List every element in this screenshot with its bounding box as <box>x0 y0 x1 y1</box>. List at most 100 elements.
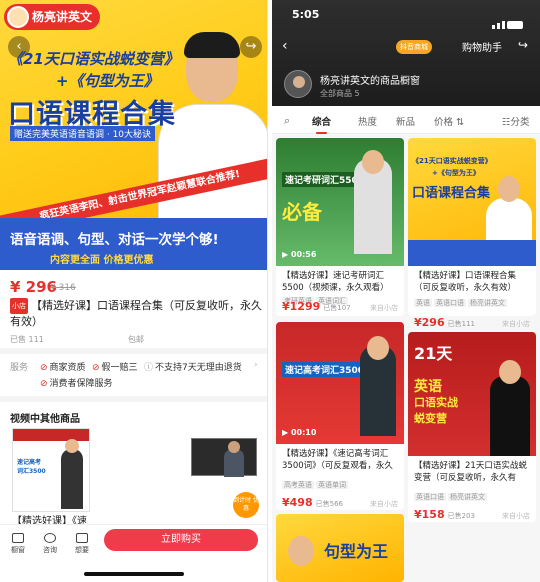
tab-popularity[interactable]: 热度 <box>358 114 377 128</box>
image-caption: 句型为王 <box>324 542 389 561</box>
shop-tag: 小店 <box>10 298 28 314</box>
tag: 杨亮讲英文 <box>448 493 487 501</box>
service-text: 商家资质 <box>49 363 86 373</box>
image-caption: 英语 <box>414 379 442 395</box>
chevron-right-icon[interactable]: › <box>254 360 258 370</box>
shop-window-button[interactable]: 橱窗 <box>4 533 32 555</box>
service-text: 假一赔三 <box>101 363 138 373</box>
image-caption: 《21天口语实战蜕变营》 <box>412 157 492 165</box>
video-section-title: 视频中其他商品 <box>10 414 80 425</box>
brand-logo: 杨亮讲英文 <box>4 4 100 30</box>
share-icon[interactable]: ↪ <box>518 38 528 52</box>
want-label: 想要 <box>75 546 89 554</box>
service-item[interactable]: ⊘ 消费者保障服务 <box>40 376 113 389</box>
card-title: 【精选好课】21天口语实战蜕变营（可反复收听，永久有 <box>414 461 527 483</box>
product-card[interactable]: 21天 英语 口语实战 蜕变营 【精选好课】21天口语实战蜕变营（可反复收听，永… <box>408 332 536 522</box>
duration-text: 00:10 <box>290 428 317 437</box>
shop-window-label: 橱窗 <box>11 546 25 554</box>
sold-count: 已售 111 <box>10 335 44 344</box>
category-icon: ☷ <box>502 117 511 128</box>
card-title: 【精选好课】《速记高考词汇3500词》（可反复观看，永久 <box>282 449 393 471</box>
product-detail-screen: 杨亮讲英文 ‹ ⛉ ↪ 《21天口语实战蜕变营》 +《句型为王》 口语课程合集 … <box>0 0 268 582</box>
price-text: ¥158 <box>414 508 445 521</box>
product-image: 《21天口语实战蜕变营》 +《句型为王》 口语课程合集 <box>408 138 536 266</box>
product-card[interactable]: 句型为王 <box>276 514 404 582</box>
product-card[interactable]: 速记高考词汇3500 ▶ 00:10 【精选好课】《速记高考词汇3500词》（可… <box>276 322 404 510</box>
search-icon[interactable]: ⌕ <box>284 114 290 128</box>
logo-face-icon <box>7 6 29 28</box>
product-image: 速记考研词汇5500 必备 ▶ 00:56 <box>276 138 404 266</box>
status-time: 5:05 <box>292 8 320 21</box>
product-title-text: 【精选好课】口语课程合集（可反复收听，永久有效） <box>10 299 262 328</box>
mall-badge: 抖音商城 <box>396 40 432 54</box>
video-duration: ▶ 00:10 <box>282 428 317 437</box>
product-card[interactable]: 速记考研词汇5500 必备 ▶ 00:56 【精选好课】速记考研词汇5500（视… <box>276 138 404 316</box>
card-price: ¥498 已售566 <box>282 496 343 509</box>
card-title: 【精选好课】口语课程合集（可反复收听，永久有效） <box>414 271 517 293</box>
tab-category-label: 分类 <box>510 117 530 128</box>
service-text: 不支持7天无理由退货 <box>155 363 242 373</box>
countdown-badge[interactable]: 倒计时 优惠 <box>233 492 259 518</box>
hero-bottom-line-1: 语音语调、句型、对话一次学个够! <box>10 232 219 248</box>
chat-label: 咨询 <box>43 546 57 554</box>
service-item[interactable]: ⊘ 假一赔三 <box>92 360 138 373</box>
shop-header: 5:05 ‹ 抖音商城 购物助手 ↪ 杨亮讲英文的商品橱窗 全部商品 5 <box>272 0 540 106</box>
service-text: 消费者保障服务 <box>49 379 113 389</box>
shop-window-screen: 5:05 ‹ 抖音商城 购物助手 ↪ 杨亮讲英文的商品橱窗 全部商品 5 ⌕ 综… <box>272 0 540 582</box>
floating-video-player[interactable] <box>191 438 257 477</box>
sort-tabs: ⌕ 综合 热度 新品 价格 ⇅ ☷分类 <box>272 106 540 134</box>
sold-text: 已售566 <box>315 500 343 508</box>
tag: 英语口语 <box>434 299 466 307</box>
chat-icon <box>44 533 56 543</box>
check-circle-icon: ⊘ <box>40 379 48 389</box>
price-text: ¥498 <box>282 496 313 509</box>
back-icon[interactable]: ‹ <box>282 38 288 54</box>
product-hero-image: 杨亮讲英文 ‹ ⛉ ↪ 《21天口语实战蜕变营》 +《句型为王》 口语课程合集 … <box>0 0 267 270</box>
tab-overall[interactable]: 综合 <box>312 114 331 134</box>
info-circle-icon: ⓘ <box>144 363 154 373</box>
shipping-info: 包邮 <box>128 335 144 344</box>
shop-name: 杨亮讲英文的商品橱窗 <box>320 76 420 87</box>
service-item[interactable]: ⊘ 商家资质 <box>40 360 86 373</box>
divider <box>0 348 267 354</box>
bottom-action-bar: 橱窗 咨询 想要 立即购买 <box>0 524 267 582</box>
tag: 英语 <box>414 299 432 307</box>
image-caption: 速记高考词汇3500 <box>282 362 368 377</box>
hero-line-1: 《21天口语实战蜕变营》 <box>8 50 179 68</box>
video-card-image: 速记高考 词汇3500 <box>17 459 46 475</box>
want-button[interactable]: 想要 <box>68 533 96 555</box>
avatar[interactable] <box>284 70 312 98</box>
product-card[interactable]: 《21天口语实战蜕变营》 +《句型为王》 口语课程合集 【精选好课】口语课程合集… <box>408 138 536 316</box>
storefront-icon <box>12 533 24 543</box>
sold-text: 已售203 <box>447 512 475 520</box>
hero-subline: 赠送完美英语语音语调 · 10大秘诀 <box>10 126 156 141</box>
sold-text: 已售107 <box>323 304 351 312</box>
video-product-card[interactable]: 速记高考 词汇3500 <box>12 428 90 512</box>
duration-text: 00:56 <box>290 250 317 259</box>
tab-new[interactable]: 新品 <box>396 114 415 128</box>
tab-price[interactable]: 价格 ⇅ <box>434 114 464 128</box>
card-source: 来自小店 <box>502 320 530 328</box>
card-source: 来自小店 <box>502 512 530 520</box>
logo-text: 杨亮讲英文 <box>32 10 93 24</box>
check-circle-icon: ⊘ <box>40 363 48 373</box>
service-item[interactable]: ⓘ 不支持7天无理由退货 <box>144 360 242 373</box>
product-image: 21天 英语 口语实战 蜕变营 <box>408 332 536 456</box>
divider <box>0 396 267 402</box>
check-circle-icon: ⊘ <box>92 363 100 373</box>
image-caption: 口语课程合集 <box>412 186 491 201</box>
image-caption: 口语实战 <box>414 396 458 409</box>
chat-button[interactable]: 咨询 <box>36 533 64 555</box>
card-source: 来自小店 <box>370 304 398 312</box>
shop-product-count: 全部商品 5 <box>320 89 360 98</box>
card-price: ¥1299 已售107 <box>282 300 351 313</box>
tag: 杨亮讲英文 <box>468 299 507 307</box>
tab-category[interactable]: ☷分类 <box>502 114 530 128</box>
buy-now-button[interactable]: 立即购买 <box>104 529 258 551</box>
tag: 高考英语 <box>282 481 314 489</box>
product-image <box>288 536 314 566</box>
sold-text: 已售111 <box>447 320 475 328</box>
image-caption: +《句型为王》 <box>432 169 480 177</box>
shopping-helper-link[interactable]: 购物助手 <box>462 39 502 54</box>
card-price: ¥296 已售111 <box>414 316 475 329</box>
